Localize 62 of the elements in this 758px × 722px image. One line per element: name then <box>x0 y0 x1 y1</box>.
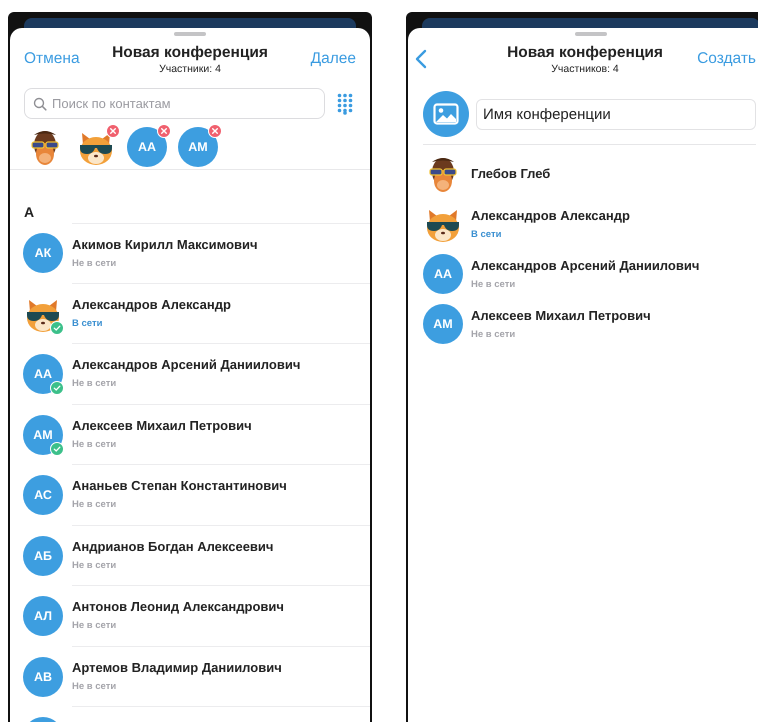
member-status: Не в сети <box>471 328 516 340</box>
contact-row[interactable]: АБ Андрианов Богдан Алексеевич Не в сети <box>10 526 370 586</box>
contact-status: Не в сети <box>72 378 118 390</box>
remove-icon[interactable] <box>208 124 222 138</box>
back-icon[interactable] <box>414 49 428 69</box>
initials-avatar: АЛ <box>23 596 63 636</box>
search-icon <box>33 97 47 111</box>
dialpad-icon[interactable] <box>337 92 353 114</box>
member-status: В сети <box>471 228 502 240</box>
drag-handle[interactable] <box>575 32 607 36</box>
contact-name: Антонов Леонид Александрович <box>72 599 285 616</box>
member-name: Александров Александр <box>471 208 630 224</box>
participants-count: Участников: 4 <box>551 62 619 76</box>
photo-picker-button[interactable] <box>423 91 469 137</box>
member-name: Александров Арсений Даниилович <box>471 258 700 274</box>
contact-row[interactable]: АА Александров Арсений Даниилович Не в сети <box>10 344 370 404</box>
contact-name: Александров Александр <box>72 296 232 313</box>
contact-name: Александров Арсений Даниилович <box>72 357 302 374</box>
initials-avatar: АМ <box>423 304 463 344</box>
member-name: Глебов Глеб <box>471 166 550 182</box>
initials-avatar: АВ <box>23 656 63 697</box>
initials-avatar: АМ <box>178 127 218 167</box>
initials-avatar: АА <box>23 354 63 394</box>
contact-row[interactable]: АК Акимов Кирилл Максимович Не в сети <box>10 223 370 284</box>
contact-name: Акимов Кирилл Максимович <box>72 236 259 253</box>
contact-status: Не в сети <box>72 499 118 512</box>
check-icon <box>50 442 64 456</box>
contact-row[interactable]: АС Ананьев Степан Константинович Не в сети <box>10 465 370 526</box>
contact-row[interactable]: АЛ Антонов Леонид Александрович Не в сети <box>10 586 370 646</box>
initials-avatar: АА <box>423 254 463 294</box>
contact-status: Не в сети <box>72 620 118 632</box>
search-field[interactable]: Поиск по контактам <box>24 88 325 119</box>
initials-avatar: АК <box>23 233 63 274</box>
member-status: Не в сети <box>471 278 516 290</box>
contact-status: Не в сети <box>72 680 118 693</box>
section-header: А <box>23 203 36 222</box>
image-icon <box>433 103 459 125</box>
contact-name: Ананьев Степан Константинович <box>72 478 288 494</box>
contact-status: В сети <box>72 318 104 330</box>
contact-name: Андрианов Богдан Алексеевич <box>72 538 274 555</box>
initials-avatar: АС <box>23 475 63 516</box>
initials-avatar: АА <box>127 127 167 167</box>
contact-name: Алексеев Михаил Петрович <box>72 418 253 434</box>
participants-count: Участники: 4 <box>159 62 221 76</box>
contact-status: Не в сети <box>72 438 118 451</box>
screen-title: Новая конференция <box>507 42 663 62</box>
screen-title: Новая конференция <box>112 42 268 62</box>
check-icon <box>50 320 64 335</box>
initials-avatar: АБ <box>23 536 63 576</box>
drag-handle[interactable] <box>174 32 206 36</box>
contact-row[interactable]: АМ Алексеев Михаил Петрович Не в сети <box>10 404 370 465</box>
contact-name: Артемов Владимир Даниилович <box>72 660 283 676</box>
conference-name-field[interactable]: Имя конференции <box>476 98 756 130</box>
contact-row[interactable]: Александров Александр В сети <box>10 284 370 344</box>
contact-status: Не в сети <box>72 258 118 270</box>
remove-icon[interactable] <box>106 124 120 138</box>
contact-status: Не в сети <box>72 560 118 572</box>
check-icon <box>50 381 64 396</box>
contact-row[interactable]: АВ Артемов Владимир Даниилович Не в сети <box>10 646 370 707</box>
remove-icon[interactable] <box>157 124 171 138</box>
member-name: Алексеев Михаил Петрович <box>471 308 651 324</box>
initials-avatar: АМ <box>23 414 63 455</box>
